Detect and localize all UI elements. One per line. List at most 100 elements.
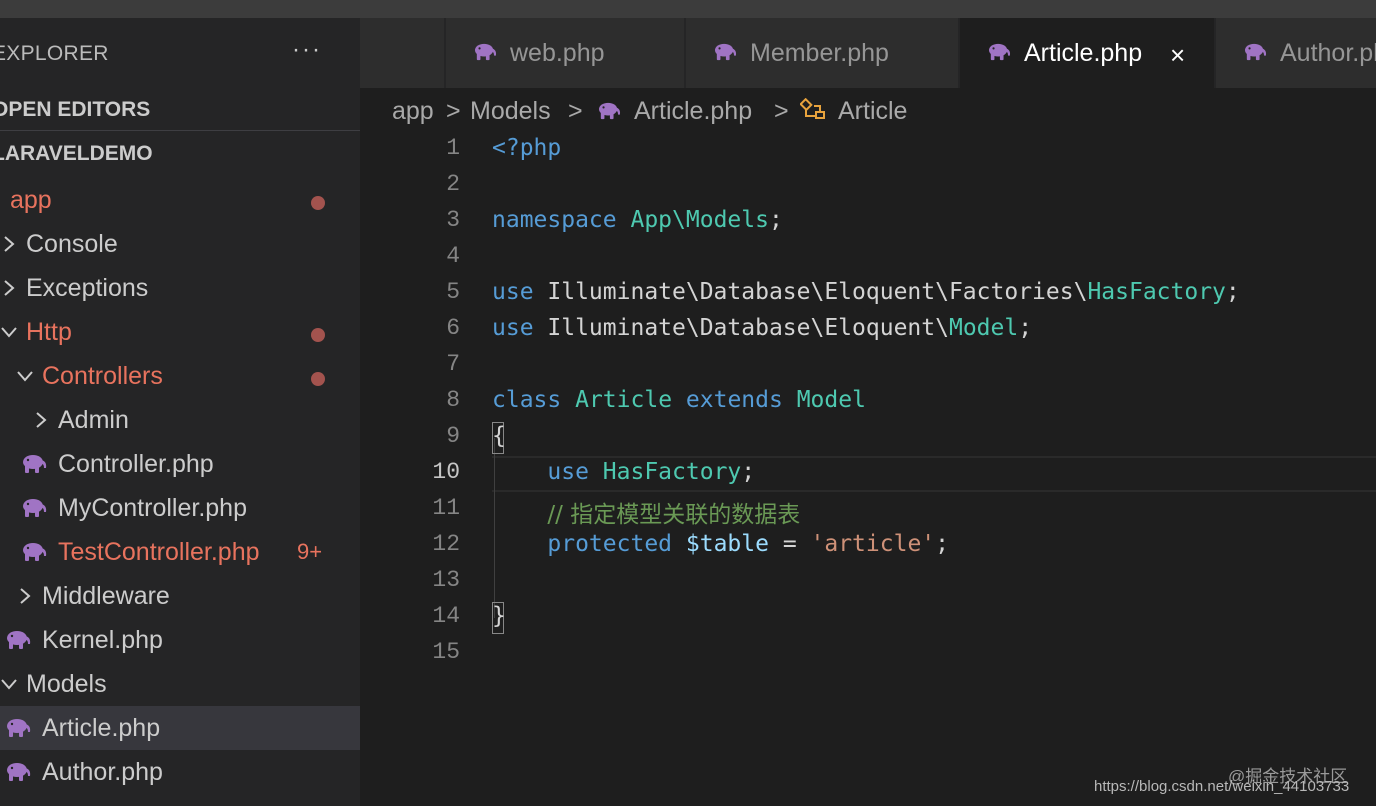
line-number: 10 [432,459,460,485]
code-line: <?php [492,135,562,161]
code-line: protected $table = 'article'; [547,531,949,557]
line-number: 12 [432,531,460,557]
php-elephant-icon [596,101,622,121]
line-number: 4 [446,243,460,269]
tree-item[interactable]: app [0,178,360,222]
chevron-down-icon[interactable] [16,364,34,388]
code-editor[interactable]: 1 <?php 2 3 namespace App\Models; 4 5 use Illum… [360,132,1376,806]
code-line: class Article extends Model [492,387,866,413]
tree-item-label: Controllers [42,362,163,390]
line-number: 3 [446,207,460,233]
line-number: 11 [432,495,460,521]
line-number: 5 [446,279,460,305]
code-line: } [492,603,506,629]
php-elephant-icon [4,629,32,651]
watermark-url: https://blog.csdn.net/weixin_44103733 [1094,778,1350,795]
breadcrumb-class[interactable]: Article [838,97,907,126]
tree-item-label: MyController.php [58,494,247,522]
tree-item-label: Middleware [42,582,170,610]
tab-web-php[interactable]: web.php [446,18,685,88]
tree-item[interactable]: Kernel.php [0,618,360,662]
code-line: use Illuminate\Database\Eloquent\Model; [492,315,1033,341]
chevron-right-icon[interactable] [0,276,18,300]
editor-tabs: p web.php Member.php Article.php × Autho… [360,18,1376,88]
tree-item-label: Admin [58,406,129,434]
tree-item-label: Http [26,318,72,346]
tree-item-label: Models [26,670,107,698]
code-line: { [492,423,506,449]
tree-item[interactable]: Admin [0,398,360,442]
breadcrumb: app > Models > Article.php > Article [360,88,1376,132]
tree-item-label: Author.php [42,758,163,786]
line-number: 7 [446,351,460,377]
problem-count-badge: 9+ [297,539,323,564]
tab-label: Article.php [1024,39,1143,67]
tree-item-label: app [10,186,52,214]
tab-hidden[interactable]: p [360,18,445,88]
tree-item[interactable]: Author.php [0,750,360,794]
file-tree: app Console Exceptions Http Controllers Admin… [0,178,360,794]
project-section[interactable]: LARAVELDEMO [0,134,360,174]
php-elephant-icon [20,453,48,475]
close-icon[interactable]: × [1170,40,1185,71]
chevron-right-icon[interactable] [0,232,18,256]
chevron-down-icon[interactable] [0,672,18,696]
code-line: // 指定模型关联的数据表 [547,502,801,528]
tree-item[interactable]: Middleware [0,574,360,618]
more-actions-icon[interactable]: ··· [292,36,322,64]
line-number: 8 [446,387,460,413]
chevron-down-icon[interactable] [0,320,18,344]
line-number: 15 [432,639,460,665]
breadcrumb-separator: > [446,97,461,125]
code-line: use HasFactory; [547,459,756,485]
php-elephant-icon [986,42,1012,62]
open-editors-section[interactable]: OPEN EDITORS [0,90,360,131]
tab-member-php[interactable]: Member.php [686,18,959,88]
tree-item-label: Article.php [42,714,161,742]
chevron-right-icon[interactable] [16,584,34,608]
tree-item-label: Console [26,230,118,258]
line-number: 13 [432,567,460,593]
modified-dot [311,196,325,210]
php-elephant-icon [1242,42,1268,62]
tree-item[interactable]: Exceptions [0,266,360,310]
php-elephant-icon [20,541,48,563]
modified-dot [311,372,325,386]
tree-item-label: Kernel.php [42,626,163,654]
title-bar [0,0,1376,18]
project-label: LARAVELDEMO [0,142,153,165]
explorer-title: EXPLORER [0,42,109,65]
breadcrumb-app[interactable]: app [392,97,434,126]
php-elephant-icon [4,761,32,783]
tree-item[interactable]: Http [0,310,360,354]
class-symbol-icon [799,97,830,124]
tree-item-label: Controller.php [58,450,214,478]
line-number: 14 [432,603,460,629]
explorer-header: EXPLORER ··· [0,18,360,90]
tree-item[interactable]: Article.php [0,706,360,750]
tree-item[interactable]: Models [0,662,360,706]
php-elephant-icon [472,42,498,62]
tree-item[interactable]: Console [0,222,360,266]
tree-item[interactable]: Controllers [0,354,360,398]
tab-article-php[interactable]: Article.php × [960,18,1215,88]
tab-author-php[interactable]: Author.php [1216,18,1376,88]
tree-item[interactable]: TestController.php 9+ [0,530,360,574]
tree-item-label: TestController.php [58,538,260,566]
explorer-sidebar: EXPLORER ··· OPEN EDITORS LARAVELDEMO ap… [0,18,360,806]
tab-label: Member.php [750,39,889,67]
modified-dot [311,328,325,342]
line-number: 6 [446,315,460,341]
tree-item[interactable]: Controller.php [0,442,360,486]
breadcrumb-models[interactable]: Models [470,97,551,126]
code-line: use Illuminate\Database\Eloquent\Factori… [492,279,1240,305]
chevron-right-icon[interactable] [32,408,50,432]
tree-item-label: Exceptions [26,274,149,302]
breadcrumb-file[interactable]: Article.php [634,97,752,126]
tree-item[interactable]: MyController.php [0,486,360,530]
code-line: namespace App\Models; [492,207,783,233]
line-number: 1 [446,135,460,161]
line-number: 9 [446,423,460,449]
tab-label: Author.php [1280,39,1376,67]
line-number: 2 [446,171,460,197]
